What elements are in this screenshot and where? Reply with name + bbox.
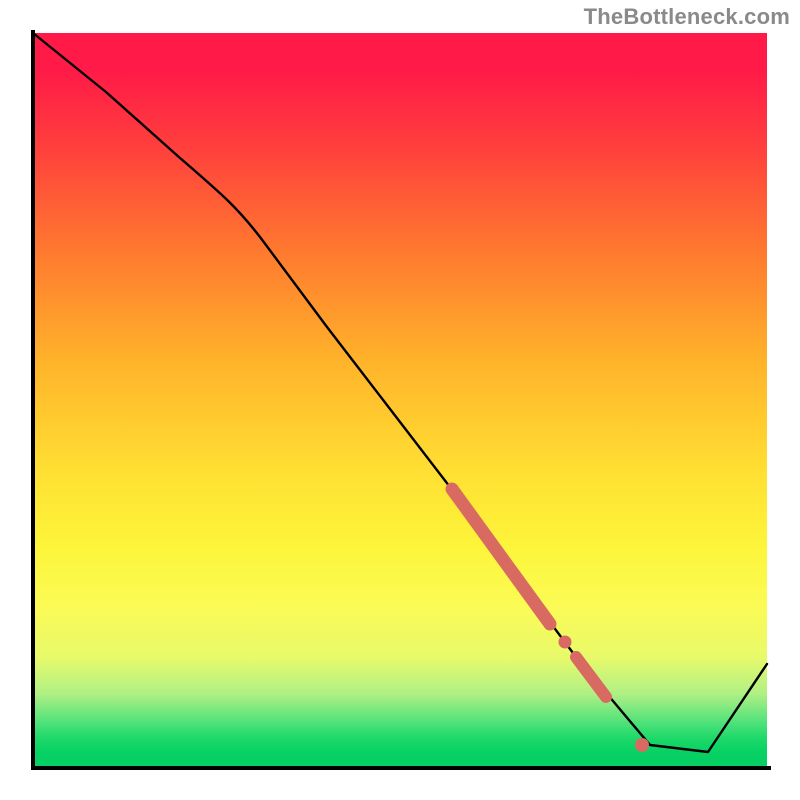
x-axis: [31, 766, 771, 770]
chart-container: TheBottleneck.com: [0, 0, 800, 800]
watermark-text: TheBottleneck.com: [584, 4, 790, 30]
y-axis: [31, 30, 35, 770]
bottleneck-curve-line: [33, 33, 767, 752]
highlight-band-1: [452, 489, 550, 624]
chart-plot-area: [33, 33, 767, 767]
highlight-band-2: [576, 657, 606, 697]
highlight-dot-2: [635, 738, 649, 752]
highlight-dot-1: [559, 636, 572, 649]
